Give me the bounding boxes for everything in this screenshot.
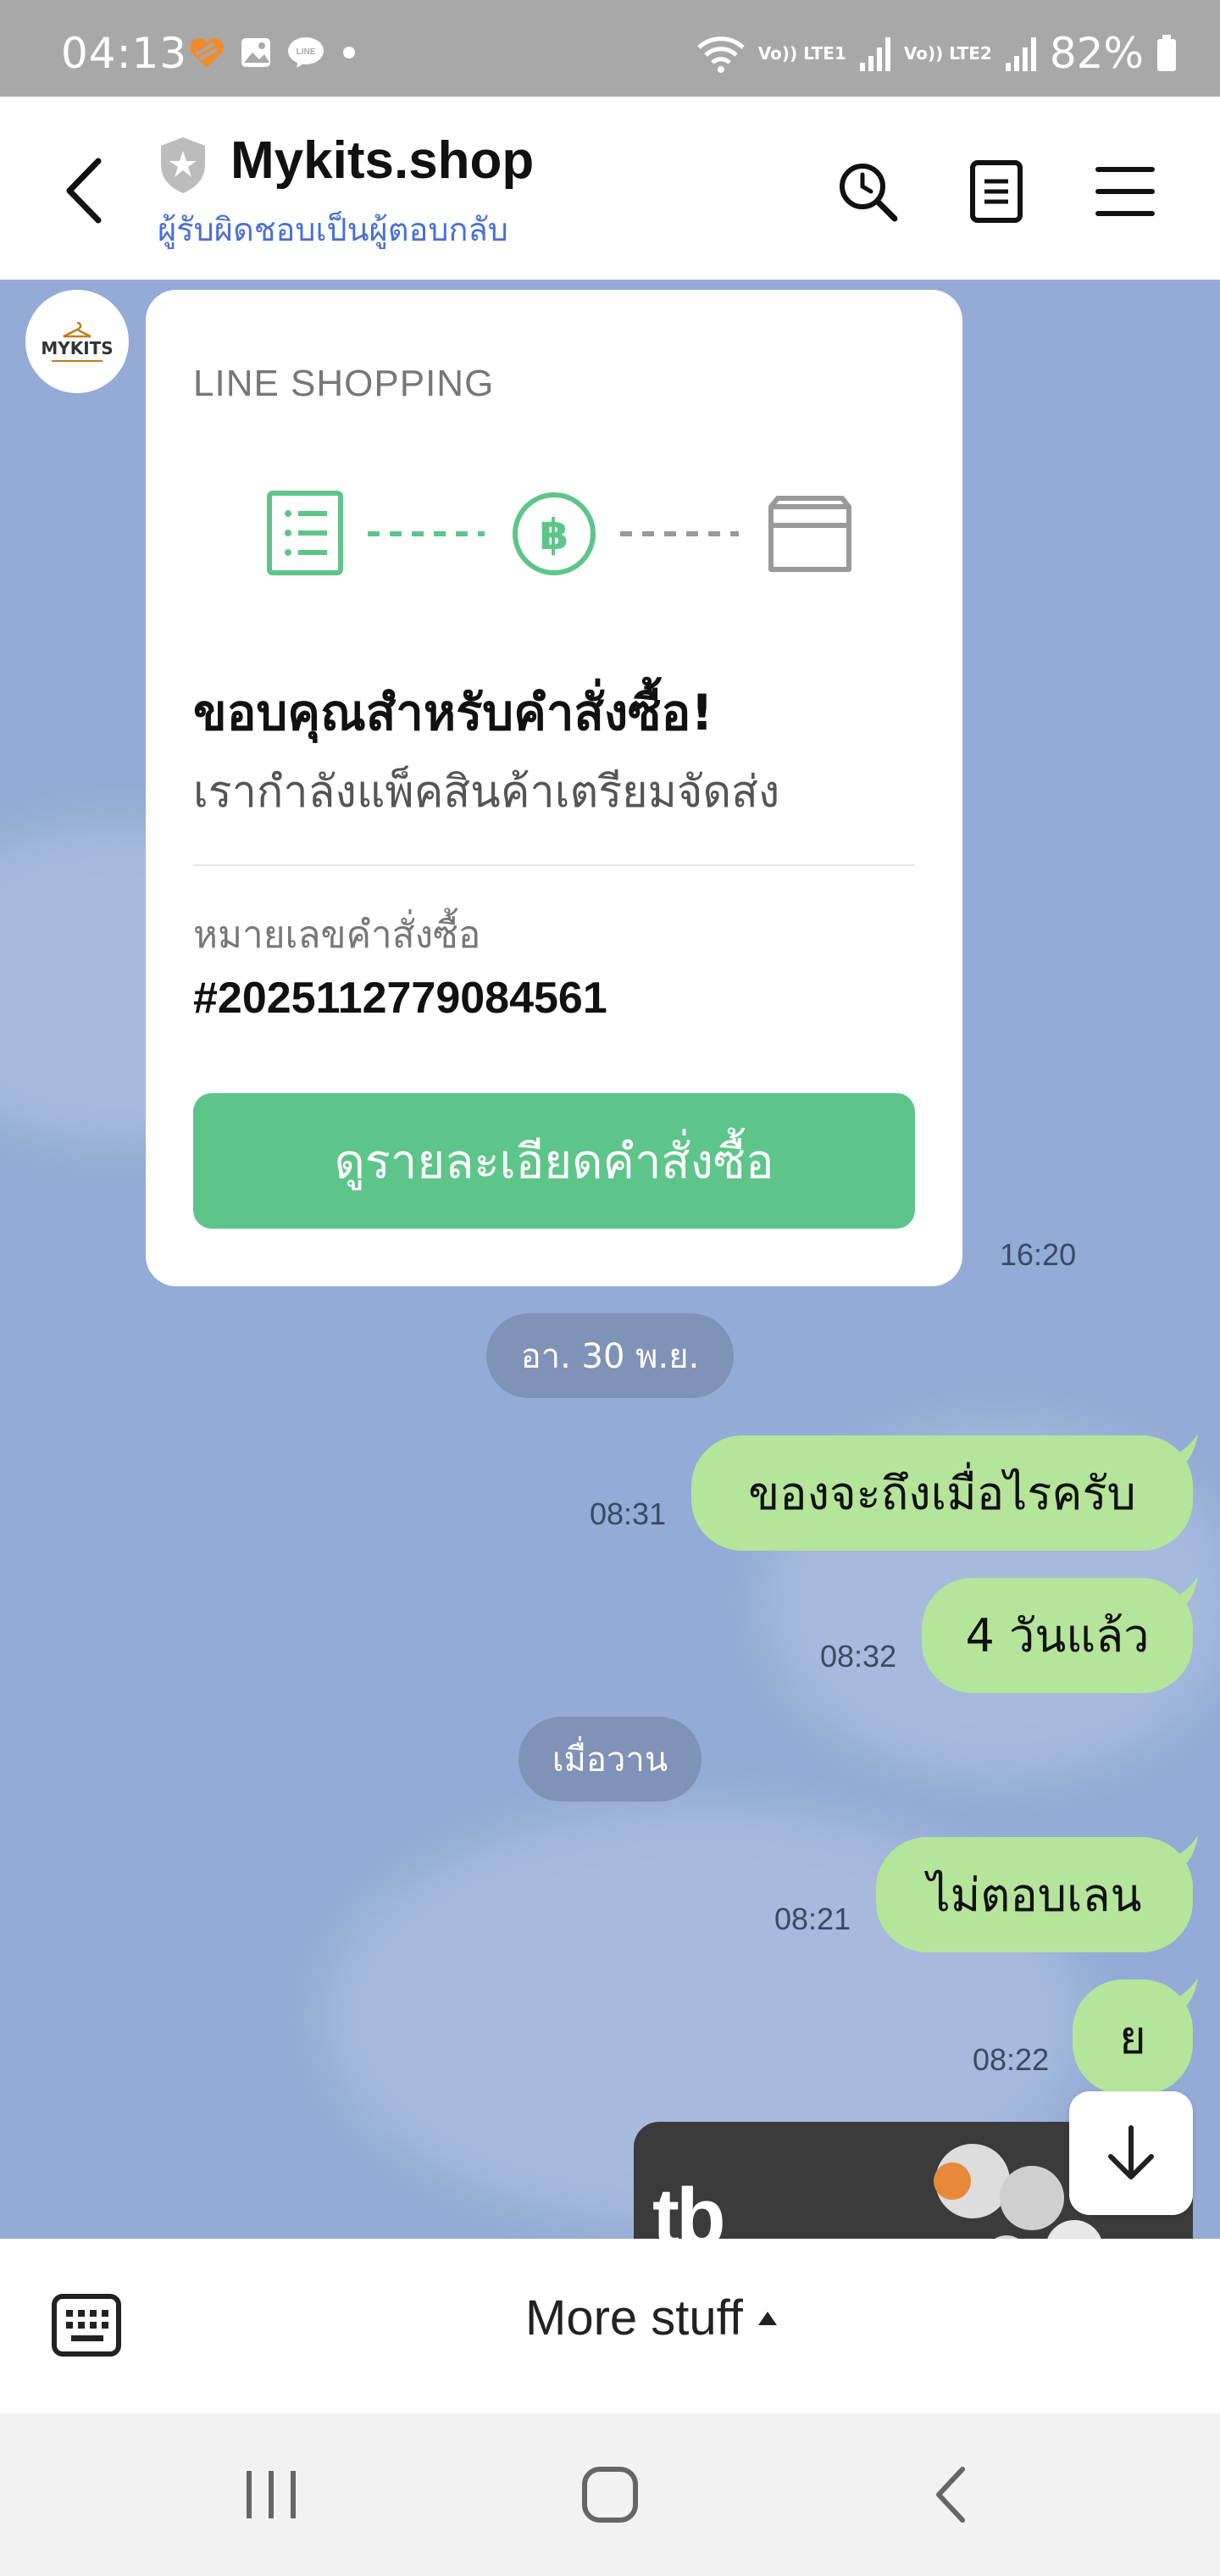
sent-message-bubble[interactable]: 4 วันแล้ว: [922, 1576, 1198, 1693]
chat-area[interactable]: MYKITS LINE SHOPPING ฿ ขอบคุณสำหรับคำสั่…: [0, 280, 1220, 2239]
message-time: 08:22: [973, 2042, 1050, 2077]
card-divider: [193, 864, 915, 866]
payment-baht-icon: ฿: [513, 492, 596, 575]
notes-button[interactable]: [962, 158, 1030, 225]
view-order-details-button[interactable]: ดูรายละเอียดคำสั่งซื้อ: [193, 1093, 915, 1229]
chat-subtitle: ผู้รับผิดชอบเป็นผู้ตอบกลับ: [158, 211, 508, 248]
gallery-icon: [239, 36, 273, 69]
order-number-label: หมายเลขคำสั่งซื้อ: [193, 913, 481, 957]
bubble-tail: [1164, 1835, 1198, 1869]
message-text: ของจะถึงเมื่อไรครับ: [748, 1467, 1136, 1520]
card-status: เรากำลังแพ็คสินค้าเตรียมจัดส่ง: [193, 767, 780, 818]
date-separator: อา. 30 พ.ย.: [486, 1313, 734, 1398]
line-icon: LINE: [286, 36, 325, 69]
more-stuff-label: More stuff: [525, 2290, 743, 2346]
scroll-to-bottom-button[interactable]: [1069, 2091, 1193, 2215]
recent-apps-button[interactable]: [237, 2461, 305, 2529]
media-logo-text: tb: [652, 2172, 726, 2239]
search-button[interactable]: [834, 158, 901, 225]
menu-button[interactable]: [1091, 158, 1159, 225]
message-time: 08:21: [774, 1901, 851, 1936]
date-separator: เมื่อวาน: [518, 1717, 702, 1802]
avatar-text: MYKITS: [41, 338, 114, 358]
signal-1-icon: [858, 34, 892, 73]
shipping-box-icon: [768, 496, 851, 572]
home-button[interactable]: [576, 2461, 644, 2529]
svg-text:LINE: LINE: [297, 47, 316, 57]
home-icon: [582, 2467, 638, 2523]
message-time: 08:31: [590, 1496, 667, 1531]
chat-header: Mykits.shop ผู้รับผิดชอบเป็นผู้ตอบกลับ: [0, 97, 1220, 280]
arrow-down-icon: [1108, 2125, 1154, 2179]
hamburger-menu-icon: [1095, 167, 1155, 216]
heart-app-icon: [188, 36, 225, 69]
wifi-icon: [696, 32, 746, 75]
bubble-tail: [1164, 1576, 1198, 1610]
message-time: 08:32: [820, 1639, 897, 1674]
sent-message-bubble[interactable]: ไม่ตอบเลน: [876, 1835, 1198, 1952]
signal-2-icon: [1004, 34, 1038, 73]
battery-percent: 82%: [1049, 29, 1144, 78]
card-brand: LINE SHOPPING: [193, 363, 495, 404]
lte1-label: Vo)) LTE1: [757, 43, 846, 64]
keyboard-button[interactable]: [51, 2291, 122, 2359]
bubble-tail: [1164, 1434, 1198, 1468]
order-number: #2025112779084561: [193, 974, 607, 1023]
search-icon: [840, 164, 898, 222]
recent-apps-icon: [247, 2471, 296, 2518]
avatar-underline: [52, 360, 103, 362]
chat-title[interactable]: Mykits.shop: [230, 130, 534, 191]
more-stuff-button[interactable]: More stuff: [525, 2290, 779, 2346]
bubble-tail: [1164, 1978, 1198, 2012]
keyboard-icon: [52, 2294, 121, 2357]
sent-message-bubble[interactable]: ย: [1073, 1978, 1198, 2095]
back-button[interactable]: [61, 153, 112, 229]
lte2-label: Vo)) LTE2: [903, 43, 992, 64]
message-text: ย: [1119, 2011, 1146, 2064]
notification-icons: LINE: [188, 36, 359, 69]
message-text: ไม่ตอบเลน: [927, 1868, 1142, 1922]
order-list-icon: [267, 491, 343, 575]
order-progress-steps: ฿: [267, 491, 851, 575]
status-time: 04:13: [61, 29, 188, 78]
notes-icon: [970, 160, 1023, 223]
message-text: 4 วันแล้ว: [965, 1609, 1150, 1663]
nav-back-icon: [936, 2467, 965, 2523]
hanger-icon: [63, 321, 92, 338]
order-card[interactable]: LINE SHOPPING ฿ ขอบคุณสำหรับคำสั่งซื้อ! …: [146, 290, 962, 1286]
back-arrow-icon: [66, 158, 102, 224]
shop-avatar[interactable]: MYKITS: [25, 290, 129, 393]
chat-input-bar: More stuff: [0, 2239, 1220, 2413]
status-bar: 04:13 LINE Vo)) LTE1 Vo)) LTE2 82%: [0, 0, 1220, 97]
battery-icon: [1156, 34, 1178, 73]
dot-icon: [339, 36, 359, 69]
status-right: Vo)) LTE1 Vo)) LTE2 82%: [696, 29, 1178, 78]
svg-text:฿: ฿: [540, 510, 569, 559]
nav-back-button[interactable]: [918, 2461, 986, 2529]
caret-up-icon: [757, 2311, 777, 2325]
sent-message-bubble[interactable]: ของจะถึงเมื่อไรครับ: [691, 1434, 1198, 1551]
verified-shield-icon: [158, 136, 208, 195]
message-time: 16:20: [1000, 1237, 1077, 1272]
card-heading: ขอบคุณสำหรับคำสั่งซื้อ!: [193, 684, 713, 741]
system-nav-bar: [0, 2413, 1220, 2576]
